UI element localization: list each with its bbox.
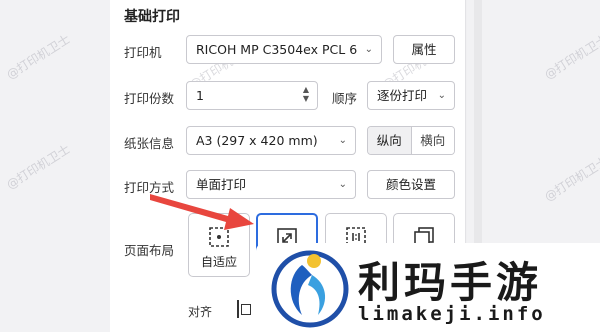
order-value: 逐份打印	[377, 88, 428, 103]
layout-tile-label: 自适应	[200, 255, 237, 269]
order-select[interactable]: 逐份打印 ⌄	[367, 81, 455, 110]
logo-url: limakeji.info	[358, 303, 546, 325]
copies-value: 1	[196, 88, 204, 103]
printer-select[interactable]: RICOH MP C3504ex PCL 6 ⌄	[186, 35, 382, 64]
chevron-down-icon: ⌄	[437, 90, 446, 101]
properties-button[interactable]: 属性	[393, 35, 455, 64]
order-label: 顺序	[332, 91, 358, 106]
paper-select[interactable]: A3 (297 x 420 mm) ⌄	[186, 126, 356, 155]
paper-label: 纸张信息	[124, 136, 175, 151]
align-label: 对齐	[188, 305, 213, 319]
printer-value: RICOH MP C3504ex PCL 6	[196, 42, 358, 57]
site-logo-card: 利玛手游 limakeji.info	[256, 243, 600, 332]
background-left	[0, 0, 110, 332]
landscape-option[interactable]: 横向	[410, 127, 454, 154]
section-title: 基础打印	[124, 9, 180, 25]
portrait-option[interactable]: 纵向	[368, 127, 411, 154]
orientation-toggle[interactable]: 纵向 横向	[367, 126, 455, 155]
color-settings-button[interactable]: 颜色设置	[367, 170, 455, 199]
stepper-icon[interactable]: ▲ ▼	[303, 85, 309, 103]
chevron-down-icon: ⌄	[338, 179, 347, 190]
align-left-icon[interactable]	[237, 300, 251, 318]
copies-label: 打印份数	[124, 91, 175, 106]
paper-value: A3 (297 x 420 mm)	[196, 133, 318, 148]
printer-label: 打印机	[124, 45, 162, 60]
chevron-down-icon: ⌄	[364, 44, 373, 55]
page-layout-label: 页面布局	[124, 243, 175, 258]
logo-emblem-icon	[271, 250, 349, 328]
copies-input[interactable]: 1 ▲ ▼	[186, 81, 318, 110]
logo-name: 利玛手游	[358, 258, 543, 307]
annotation-arrow	[150, 194, 254, 230]
chevron-down-icon: ⌄	[338, 135, 347, 146]
